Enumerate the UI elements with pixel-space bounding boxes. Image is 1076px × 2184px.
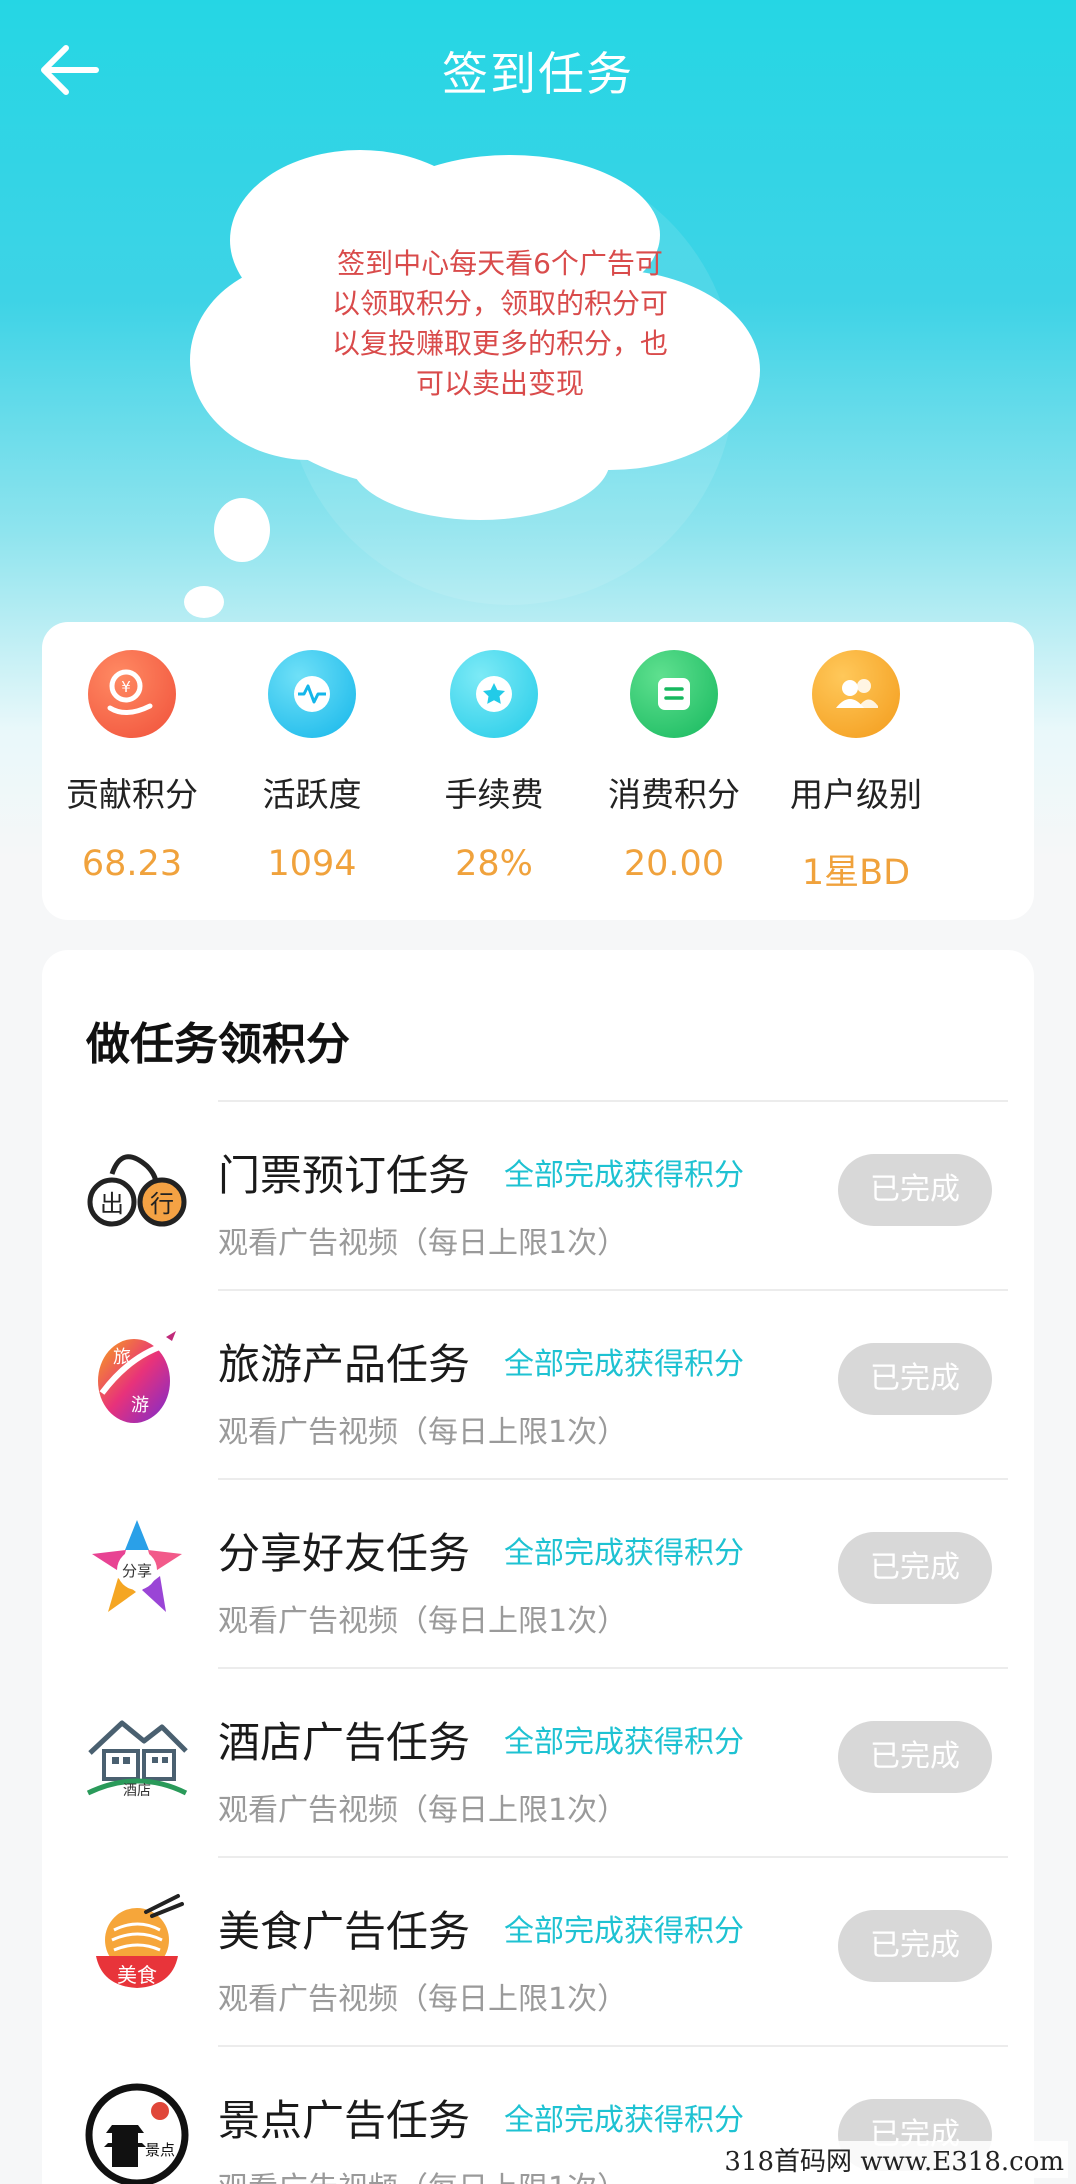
stat-label: 消费积分 bbox=[608, 775, 740, 814]
fee-icon bbox=[450, 650, 538, 738]
stat-activity[interactable]: 活跃度 1094 bbox=[222, 622, 402, 920]
task-reward: 全部完成获得积分 bbox=[504, 1536, 744, 1571]
list-item[interactable]: 美食 美食广告任务 全部完成获得积分 观看广告视频（每日上限1次） 已完成 bbox=[42, 1856, 1034, 2045]
list-item[interactable]: 分享 分享好友任务 全部完成获得积分 观看广告视频（每日上限1次） 已完成 bbox=[42, 1478, 1034, 1667]
stat-value: 20.00 bbox=[623, 844, 725, 884]
page-title: 签到任务 bbox=[442, 47, 634, 101]
svg-text:¥: ¥ bbox=[121, 678, 131, 696]
divider bbox=[218, 1100, 1008, 1102]
level-icon bbox=[812, 650, 900, 738]
completed-button[interactable]: 已完成 bbox=[838, 1910, 992, 1982]
logo-text: 景点 bbox=[145, 2141, 175, 2159]
activity-icon bbox=[268, 650, 356, 738]
stat-label: 手续费 bbox=[444, 775, 544, 814]
logo-text: 出 bbox=[100, 1190, 124, 1218]
stat-fee[interactable]: 手续费 28% bbox=[404, 622, 584, 920]
divider bbox=[218, 2045, 1008, 2047]
contribution-icon: ¥ bbox=[88, 650, 176, 738]
stat-value: 68.23 bbox=[81, 844, 183, 884]
stat-label: 活跃度 bbox=[262, 775, 362, 814]
divider bbox=[218, 1856, 1008, 1858]
list-item[interactable]: 出 行 门票预订任务 全部完成获得积分 观看广告视频（每日上限1次） 已完成 bbox=[42, 1100, 1034, 1289]
task-desc: 观看广告视频（每日上限1次） bbox=[218, 1415, 628, 1450]
tour-logo-icon: 旅 游 bbox=[98, 1331, 176, 1423]
completed-button[interactable]: 已完成 bbox=[838, 1343, 992, 1415]
task-name: 美食广告任务 bbox=[218, 1907, 471, 1956]
scenic-logo-icon: 景点 bbox=[85, 2083, 189, 2184]
completed-button[interactable]: 已完成 bbox=[838, 1532, 992, 1604]
logo-text: 旅 bbox=[113, 1347, 131, 1368]
task-reward: 全部完成获得积分 bbox=[504, 1347, 744, 1382]
completed-button[interactable]: 已完成 bbox=[838, 1721, 992, 1793]
watermark: 318首码网 www.E318.com bbox=[720, 2141, 1068, 2178]
task-name: 门票预订任务 bbox=[218, 1151, 471, 1200]
task-desc: 观看广告视频（每日上限1次） bbox=[218, 1604, 628, 1639]
task-reward: 全部完成获得积分 bbox=[504, 1725, 744, 1760]
task-desc: 观看广告视频（每日上限1次） bbox=[218, 1226, 628, 1261]
logo-text: 行 bbox=[150, 1190, 174, 1218]
stats-card: ¥ 贡献积分 68.23 活跃度 1094 手续费 28% 消费积分 20.00… bbox=[42, 622, 1034, 920]
task-name: 旅游产品任务 bbox=[218, 1340, 471, 1389]
task-name: 酒店广告任务 bbox=[218, 1718, 471, 1767]
stat-label: 用户级别 bbox=[790, 775, 922, 814]
task-section: 做任务领积分 出 行 门票预订任务 全部完成获得积分 观看广告视频（每日上限1次… bbox=[42, 950, 1034, 2184]
task-reward: 全部完成获得积分 bbox=[504, 1158, 744, 1193]
logo-text: 分享 bbox=[122, 1562, 152, 1580]
divider bbox=[218, 1289, 1008, 1291]
hotel-logo-icon: 酒店 bbox=[86, 1720, 188, 1799]
travel-logo-icon: 出 行 bbox=[87, 1154, 187, 1227]
bubble-text: 签到中心每天看6个广告可以领取积分，领取的积分可以复投赚取更多的积分，也可以卖出… bbox=[331, 247, 668, 400]
task-reward: 全部完成获得积分 bbox=[504, 2103, 744, 2138]
task-desc: 观看广告视频（每日上限1次） bbox=[218, 1793, 628, 1828]
top-bar: 签到任务 bbox=[0, 0, 1076, 150]
logo-text: 美食 bbox=[117, 1963, 157, 1987]
stat-label: 贡献积分 bbox=[66, 775, 198, 814]
divider bbox=[218, 1478, 1008, 1480]
task-desc: 观看广告视频（每日上限1次） bbox=[218, 1982, 628, 2017]
list-item[interactable]: 旅 游 旅游产品任务 全部完成获得积分 观看广告视频（每日上限1次） 已完成 bbox=[42, 1289, 1034, 1478]
stat-contribution[interactable]: ¥ 贡献积分 68.23 bbox=[42, 622, 222, 920]
task-desc: 观看广告视频（每日上限1次） bbox=[218, 2163, 627, 2184]
task-reward: 全部完成获得积分 bbox=[504, 1914, 744, 1949]
logo-text: 酒店 bbox=[123, 1783, 151, 1799]
logo-text: 游 bbox=[131, 1395, 149, 1416]
divider bbox=[218, 1667, 1008, 1669]
task-name: 景点广告任务 bbox=[218, 2096, 471, 2145]
share-logo-icon: 分享 bbox=[92, 1520, 182, 1612]
section-title: 做任务领积分 bbox=[86, 1019, 350, 1070]
stat-value: 28% bbox=[455, 844, 533, 884]
stat-level[interactable]: 用户级别 1星BD bbox=[766, 622, 946, 920]
food-logo-icon: 美食 bbox=[96, 1894, 184, 1988]
list-item[interactable]: 酒店 酒店广告任务 全部完成获得积分 观看广告视频（每日上限1次） 已完成 bbox=[42, 1667, 1034, 1856]
task-name: 分享好友任务 bbox=[218, 1529, 471, 1578]
completed-button[interactable]: 已完成 bbox=[838, 1154, 992, 1226]
stat-consume[interactable]: 消费积分 20.00 bbox=[584, 622, 764, 920]
stat-value: 1094 bbox=[267, 844, 357, 884]
stat-value: 1星BD bbox=[801, 853, 911, 893]
consume-icon bbox=[630, 650, 718, 738]
